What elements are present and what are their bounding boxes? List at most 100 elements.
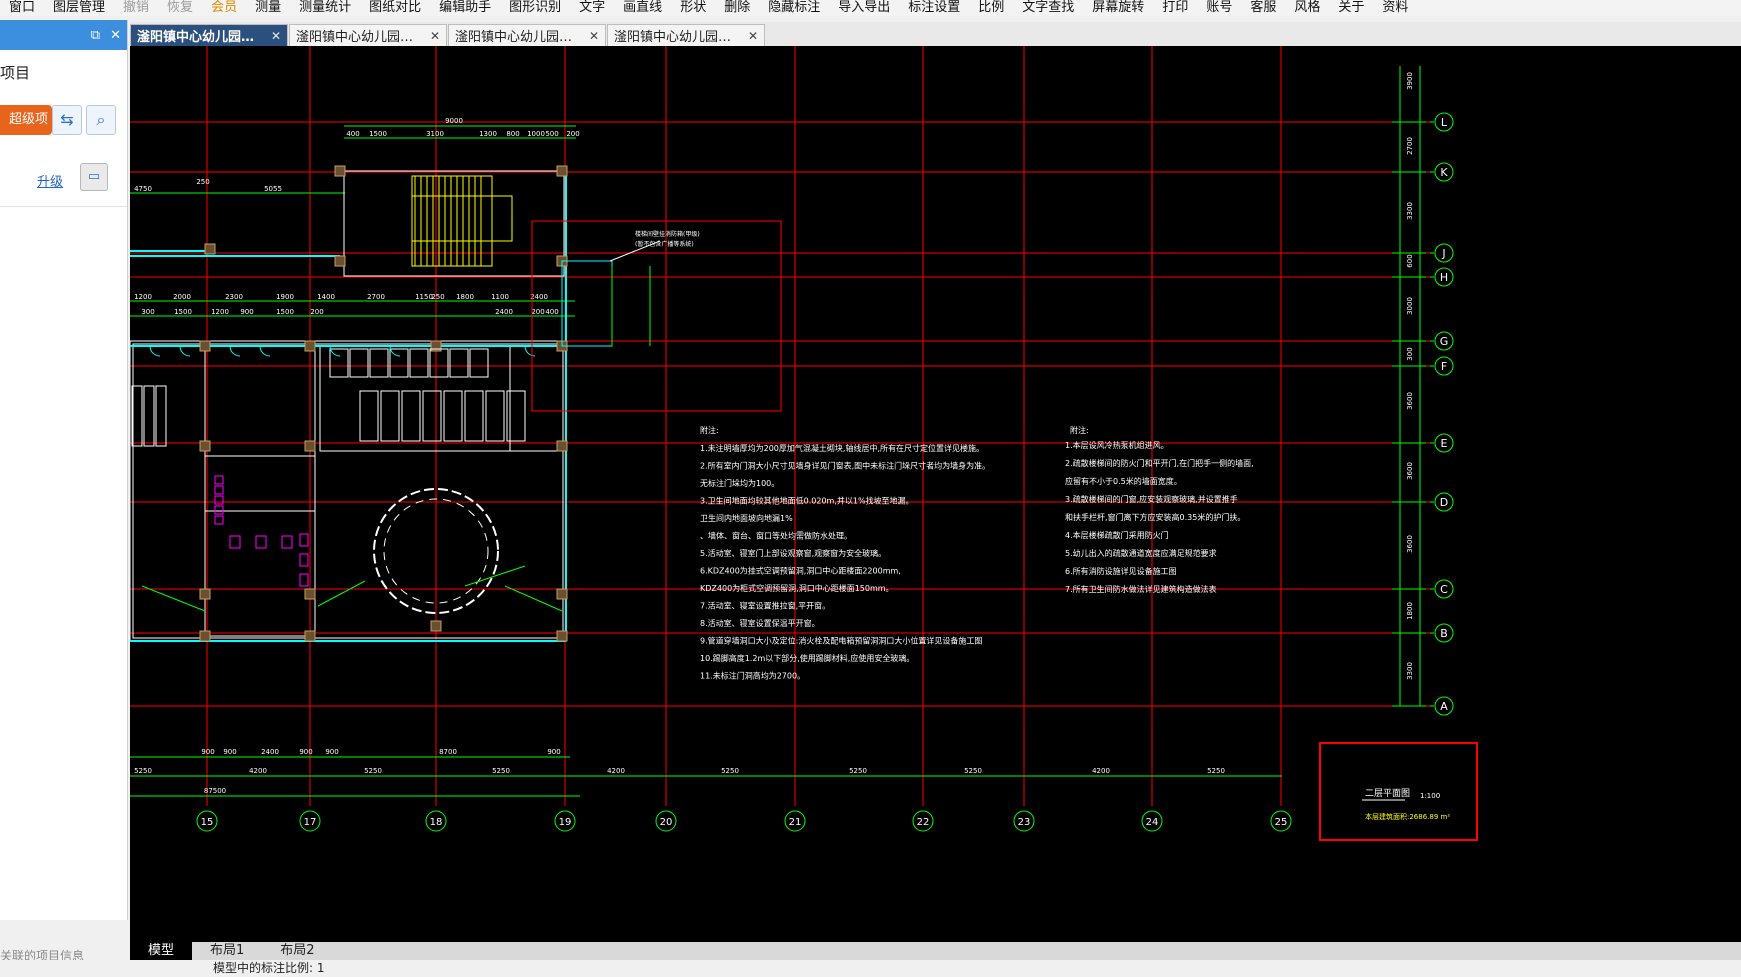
- callout-text: 楼梯间壁挂消防箱(甲级): [635, 230, 700, 238]
- structural-column: [304, 340, 316, 352]
- menu-item[interactable]: 标注设置: [899, 0, 969, 16]
- open-folder-button[interactable]: ▭: [80, 163, 108, 191]
- mid-dimension-text: 2000: [173, 293, 191, 301]
- search-button[interactable]: ⌕: [86, 105, 116, 135]
- cabinet-outline: [449, 348, 469, 378]
- menu-item[interactable]: 关于: [1329, 0, 1373, 16]
- mid-dimension-text: 400: [545, 308, 558, 316]
- cabinet-outline: [469, 348, 489, 378]
- menu-item[interactable]: 编辑助手: [430, 0, 500, 16]
- menu-item[interactable]: 图层管理: [44, 0, 114, 16]
- menu-item[interactable]: 风格: [1285, 0, 1329, 16]
- structural-column: [334, 255, 346, 267]
- layout-tab[interactable]: 布局2: [262, 942, 332, 960]
- structural-column: [556, 588, 568, 600]
- mid-dimension-text: 2300: [225, 293, 243, 301]
- menu-item[interactable]: 会员: [202, 0, 246, 16]
- top-dimension-text: 1300: [479, 130, 497, 138]
- cad-canvas[interactable]: 15 17 18 19 20 21 22 23 24 25 L K J H G F E D C B A 3900 2700 3…: [130, 46, 1741, 942]
- cabinet-outline: [349, 348, 369, 378]
- cabinet-outline: [409, 348, 429, 378]
- sync-icon: ⇆: [60, 110, 74, 129]
- left-dimension-text: 5055: [264, 185, 282, 193]
- axis-label: A: [1440, 700, 1448, 713]
- restore-window-icon[interactable]: ⧉: [91, 28, 100, 43]
- structural-column: [430, 620, 442, 632]
- document-tab[interactable]: 滏阳镇中心幼儿园结… ✕: [289, 24, 447, 46]
- menu-item[interactable]: 隐藏标注: [759, 0, 829, 16]
- bottom-dimension-text: 900: [325, 748, 338, 756]
- menu-item[interactable]: 打印: [1153, 0, 1197, 16]
- document-tab[interactable]: 滏阳镇中心幼儿园建… ✕: [130, 24, 288, 46]
- menu-item[interactable]: 比例: [969, 0, 1013, 16]
- tab-close-icon[interactable]: ✕: [748, 29, 758, 43]
- menu-item[interactable]: 账号: [1197, 0, 1241, 16]
- menu-item[interactable]: 资料: [1373, 0, 1417, 16]
- axis-label: H: [1440, 271, 1448, 284]
- cad-drawing: 15 17 18 19 20 21 22 23 24 25 L K JH GF E D C B A 3900 2700 3…: [130, 46, 1478, 841]
- notes-line: 2.疏散楼梯间的防火门和平开门,在门把手一侧的墙面,: [1065, 458, 1254, 468]
- menu-item[interactable]: 画直线: [614, 0, 671, 16]
- menu-item[interactable]: 测量: [246, 0, 290, 16]
- mid-dimension-text: 300: [141, 308, 154, 316]
- bottom-dimension-text: 5250: [849, 767, 867, 775]
- notes-line: KDZ400为柜式空调预留洞,洞口中心距楼面150mm。: [700, 583, 894, 593]
- side-panel-header: ⧉ ✕: [0, 20, 127, 50]
- layout-tab[interactable]: 模型: [130, 942, 193, 960]
- mid-dimension-text: 250: [431, 293, 444, 301]
- cabinet-outline: [429, 348, 449, 378]
- tab-close-icon[interactable]: ✕: [430, 29, 440, 43]
- sync-button[interactable]: ⇆: [52, 105, 82, 135]
- structural-column: [199, 340, 211, 352]
- bottom-dimension-text: 2400: [261, 748, 279, 756]
- menu-item[interactable]: 撤销: [114, 0, 158, 16]
- menu-item[interactable]: 导入导出: [829, 0, 899, 16]
- mid-dimension-text: 2400: [530, 293, 548, 301]
- menu-item[interactable]: 图形识别: [500, 0, 570, 16]
- toilet-fixture: [214, 495, 224, 505]
- toilet-fixture: [214, 475, 224, 485]
- menu-item[interactable]: 窗口: [0, 0, 44, 16]
- super-project-button[interactable]: 超级项目: [0, 105, 52, 135]
- tab-close-icon[interactable]: ✕: [589, 29, 599, 43]
- menu-item[interactable]: 图纸对比: [360, 0, 430, 16]
- bottom-dimension-text: 8700: [439, 748, 457, 756]
- right-dimension-text: 1800: [1406, 602, 1414, 620]
- menu-item[interactable]: 测量统计: [290, 0, 360, 16]
- notes-line: 9.管道穿墙洞口大小及定位:消火栓及配电箱预留洞洞口大小位置详见设备施工图: [700, 636, 982, 646]
- mid-dimension-text: 1900: [276, 293, 294, 301]
- door-arc: [389, 345, 401, 357]
- side-panel: ⧉ ✕ 项目 超级项目 ⇆ ⌕ 升级 ▭ 关联的项目信息: [0, 20, 128, 963]
- right-dimension-text: 3900: [1406, 72, 1414, 90]
- toilet-fixture: [299, 553, 309, 567]
- door-arc: [149, 345, 161, 357]
- menu-item[interactable]: 文字: [570, 0, 614, 16]
- notes-line: 5.幼儿出入的疏散通道宽度应满足规范要求: [1065, 548, 1217, 558]
- menu-item[interactable]: 客服: [1241, 0, 1285, 16]
- upgrade-link[interactable]: 升级: [37, 171, 63, 190]
- menu-item[interactable]: 删除: [715, 0, 759, 16]
- notes-line: 、墙体、窗台、窗口等处均需做防水处理。: [700, 531, 852, 541]
- mid-dimension-text: 1400: [317, 293, 335, 301]
- layout-tab-bar: 模型 布局1 布局2: [130, 942, 1741, 960]
- notes-line: 卫生间内地面坡向地漏1%: [700, 513, 793, 523]
- layout-tab[interactable]: 布局1: [192, 942, 262, 960]
- menu-item[interactable]: 屏幕旋转: [1083, 0, 1153, 16]
- document-tab[interactable]: 滏阳镇中心幼儿园建… ✕: [448, 24, 606, 46]
- menu-item[interactable]: 文字查找: [1013, 0, 1083, 16]
- plan-scale: 1:100: [1420, 792, 1440, 800]
- stair-extension: [561, 260, 613, 347]
- bottom-dimension-text: 4200: [607, 767, 625, 775]
- tab-close-icon[interactable]: ✕: [271, 29, 281, 43]
- menu-item[interactable]: 恢复: [158, 0, 202, 16]
- right-dimension-text: 600: [1406, 254, 1414, 267]
- toilet-fixture: [299, 573, 309, 587]
- mid-dimension-text: 2400: [495, 308, 513, 316]
- axis-label: 18: [430, 817, 443, 828]
- axis-label: F: [1441, 360, 1447, 373]
- close-icon[interactable]: ✕: [110, 28, 121, 43]
- menu-item[interactable]: 形状: [671, 0, 715, 16]
- right-dimension-text: 3000: [1406, 297, 1414, 315]
- plan-area: 本层建筑面积:2686.89 m²: [1365, 812, 1450, 821]
- document-tab[interactable]: 滏阳镇中心幼儿园结构 ✕: [607, 24, 765, 46]
